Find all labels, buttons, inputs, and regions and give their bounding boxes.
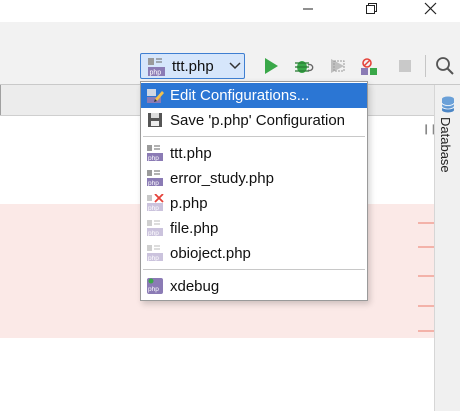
svg-text:php: php [148, 230, 159, 237]
run-icon[interactable] [260, 55, 282, 77]
run-config-label: ttt.php [172, 58, 214, 75]
edit-config-icon [147, 89, 164, 103]
stop-icon[interactable] [394, 55, 416, 77]
svg-text:php: php [148, 255, 159, 262]
minimize-icon [303, 8, 313, 10]
close-icon [424, 2, 437, 15]
php-file-faded-icon: php [147, 220, 163, 237]
svg-text:php: php [148, 286, 159, 293]
menu-item-label: file.php [170, 220, 219, 237]
menu-item-label: xdebug [170, 278, 220, 295]
close-button[interactable] [416, 0, 446, 22]
menu-item-label: ttt.php [170, 145, 212, 162]
restore-icon [366, 3, 377, 14]
toolbar-separator [425, 55, 426, 77]
error-stripe-mark[interactable] [418, 246, 434, 248]
svg-text:php: php [150, 70, 162, 77]
restore-button[interactable] [356, 0, 386, 22]
database-tab-label: Database [438, 117, 453, 173]
error-stripe-mark[interactable] [418, 222, 434, 224]
chevron-down-icon [229, 62, 241, 70]
menu-item-config-ttt[interactable]: php ttt.php [141, 141, 367, 166]
menu-separator [143, 269, 365, 270]
php-file-icon: php [148, 58, 165, 77]
php-file-faded-icon: php [147, 245, 163, 262]
profile-icon[interactable] [358, 55, 380, 77]
svg-text:php: php [148, 155, 159, 162]
menu-item-label: error_study.php [170, 170, 274, 187]
svg-text:php: php [148, 180, 159, 187]
title-bar [0, 0, 460, 22]
menu-item-label: Save 'p.php' Configuration [170, 112, 346, 129]
menu-item-config-file[interactable]: php file.php [141, 216, 367, 241]
menu-item-config-xdebug[interactable]: php xdebug [141, 274, 367, 299]
run-configuration-dropdown[interactable]: php ttt.php [140, 53, 245, 79]
menu-item-edit-configurations[interactable]: Edit Configurations... [141, 83, 367, 108]
minimize-button[interactable] [292, 0, 322, 22]
menu-item-config-obioject[interactable]: php obioject.php [141, 241, 367, 266]
menu-item-config-p[interactable]: php p.php [141, 191, 367, 216]
menu-item-label: p.php [170, 195, 208, 212]
menu-item-label: Edit Configurations... [170, 87, 310, 104]
menu-item-save-configuration[interactable]: Save 'p.php' Configuration [141, 108, 367, 133]
coverage-icon[interactable] [326, 55, 348, 77]
menu-item-label: obioject.php [170, 245, 251, 262]
error-stripe-mark[interactable] [418, 275, 434, 277]
nav-divider [0, 85, 1, 115]
error-stripe-mark[interactable] [418, 305, 434, 307]
error-stripe-mark[interactable] [418, 330, 434, 332]
menu-bar-area [0, 22, 460, 49]
menu-separator [143, 136, 365, 137]
menu-item-config-error-study[interactable]: php error_study.php [141, 166, 367, 191]
debug-icon[interactable] [292, 55, 314, 77]
xdebug-php-icon: php [147, 278, 163, 294]
php-file-icon: php [147, 170, 163, 187]
php-file-error-icon: php [147, 194, 164, 212]
database-icon [441, 96, 455, 113]
search-icon[interactable] [434, 55, 456, 77]
php-file-icon: php [147, 145, 163, 162]
svg-text:php: php [148, 205, 159, 212]
run-config-popup: Edit Configurations... Save 'p.php' Conf… [140, 81, 368, 301]
save-icon [148, 113, 162, 127]
